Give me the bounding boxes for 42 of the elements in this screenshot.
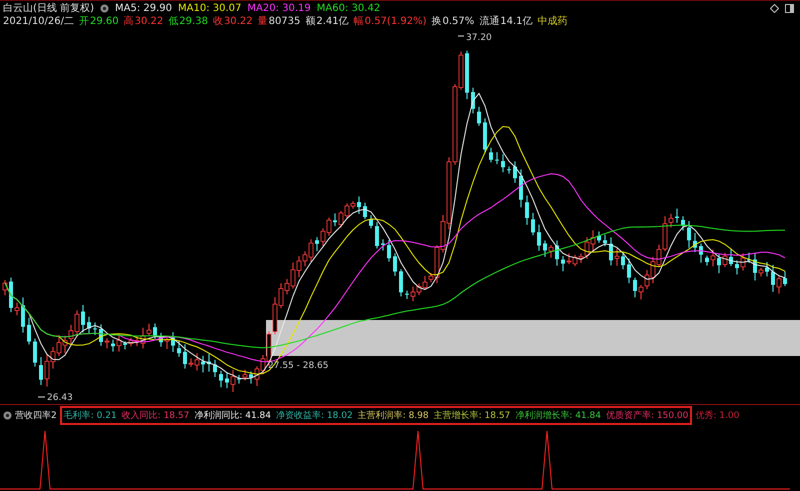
indicator-value: 净利润增长率: 41.84 bbox=[515, 410, 601, 422]
field-value: 29.60 bbox=[90, 15, 119, 28]
date-label: 2021/10/26/二 bbox=[3, 15, 74, 28]
indicator-value: 主营增长率: 18.57 bbox=[434, 410, 510, 422]
field-value: 0.57(1.92%) bbox=[364, 15, 426, 28]
field-value: 2.41亿 bbox=[316, 15, 349, 28]
indicator-value: 毛利率: 0.21 bbox=[64, 410, 117, 422]
field-label: 收 bbox=[212, 15, 223, 28]
indicator-value: 净资收益率: 18.02 bbox=[276, 410, 353, 422]
field-value: 30.22 bbox=[224, 15, 253, 28]
high-price-label: 37.20 bbox=[466, 33, 492, 43]
field-value: 14.1亿 bbox=[500, 15, 533, 28]
field-label: 流通 bbox=[479, 15, 500, 28]
low-price-label: 26.43 bbox=[47, 393, 73, 403]
indicator-value: 收入同比: 18.57 bbox=[122, 410, 190, 422]
field-label: 低 bbox=[168, 15, 178, 28]
indicator-name: 营收四率2 bbox=[15, 410, 57, 422]
indicator-value: 主营利润率: 8.98 bbox=[358, 410, 429, 422]
field-label: 换 bbox=[432, 15, 442, 28]
indicator-value: 优质资产率: 150.00 bbox=[606, 410, 688, 422]
moving-average-value: MA60: 30.42 bbox=[316, 2, 380, 15]
settings-icon[interactable] bbox=[3, 410, 12, 420]
low-price-marker bbox=[38, 396, 46, 398]
sector-label: 中成药 bbox=[538, 15, 568, 28]
stock-title: 白云山(日线 前复权) bbox=[3, 2, 94, 15]
field-value: 29.38 bbox=[179, 15, 208, 28]
field-label: 高 bbox=[124, 15, 134, 28]
field-value: 0.57% bbox=[442, 15, 474, 28]
panel-icon[interactable] bbox=[785, 4, 794, 13]
field-label: 开 bbox=[79, 15, 90, 28]
moving-average-value: MA10: 30.07 bbox=[178, 2, 242, 15]
field-label: 幅 bbox=[354, 15, 364, 28]
field-label: 量 bbox=[258, 15, 268, 28]
moving-average-value: MA20: 30.19 bbox=[247, 2, 311, 15]
diamond-icon[interactable] bbox=[770, 4, 779, 13]
settings-icon[interactable] bbox=[100, 4, 109, 13]
field-value: 30.22 bbox=[134, 15, 164, 28]
field-value: 80735 bbox=[268, 15, 300, 28]
indicator-value: 优秀: 1.00 bbox=[695, 410, 740, 422]
indicator-value: 净利润同比: 41.84 bbox=[194, 410, 272, 422]
field-label: 额 bbox=[305, 15, 316, 28]
moving-average-value: MA5: 29.90 bbox=[114, 2, 172, 15]
